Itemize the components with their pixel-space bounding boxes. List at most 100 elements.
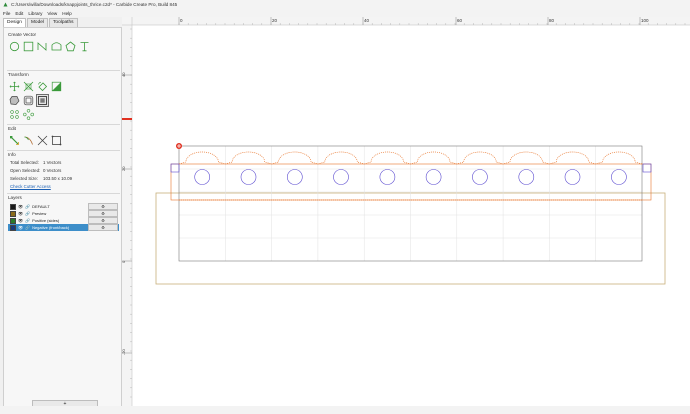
hole-circle[interactable] bbox=[425, 169, 442, 185]
info-label: Total Selected: bbox=[10, 160, 39, 165]
transform-tools-row-3 bbox=[9, 109, 37, 120]
layer-name: Negative (front/back) bbox=[32, 225, 70, 230]
visibility-icon[interactable]: 👁 bbox=[18, 218, 23, 223]
layer-row-positive[interactable]: 👁 🔗 Positive (sides) ⚙ bbox=[8, 217, 119, 224]
tab-design[interactable]: Design bbox=[3, 18, 26, 27]
design-panel: Create Vector Transform Edit Info Total … bbox=[3, 27, 122, 408]
visibility-icon[interactable]: 👁 bbox=[18, 211, 23, 216]
cursor-marker bbox=[122, 118, 132, 120]
layer-row-preview[interactable]: 👁 🔗 Preview ⚙ bbox=[8, 210, 119, 217]
check-cutter-access-link[interactable]: Check Cutter Access bbox=[10, 184, 51, 189]
edit-tools bbox=[9, 135, 65, 146]
circle-icon[interactable] bbox=[9, 41, 20, 52]
ruler-label: 40 bbox=[364, 18, 370, 23]
info-value: 0 Vectors bbox=[43, 168, 62, 173]
ruler-label: -20 bbox=[122, 348, 126, 355]
hole-circle[interactable] bbox=[564, 169, 581, 185]
info-value: 1 Vectors bbox=[43, 160, 62, 165]
menu-bar: File Edit Library View Help bbox=[0, 9, 690, 17]
hole-circle[interactable] bbox=[287, 169, 303, 185]
layer-settings-button[interactable]: ⚙ bbox=[88, 210, 118, 217]
lock-icon[interactable]: 🔗 bbox=[25, 218, 30, 223]
design-canvas[interactable]: 02040608010040200-20 bbox=[121, 17, 690, 406]
ruler-label: 80 bbox=[549, 18, 555, 23]
layer-settings-button[interactable]: ⚙ bbox=[88, 217, 118, 224]
transform-tools-row-2 bbox=[9, 94, 51, 107]
layer-list: 👁 🔗 DEFAULT ⚙ 👁 🔗 Preview ⚙ 👁 🔗 Positive… bbox=[8, 203, 119, 231]
info-selected-size: Selected Size: 103.50 x 10.09 bbox=[10, 176, 72, 181]
divider bbox=[7, 124, 120, 125]
top-ruler bbox=[122, 17, 690, 25]
move-icon[interactable] bbox=[9, 81, 20, 92]
divider bbox=[7, 70, 120, 71]
section-layers: Layers bbox=[8, 195, 22, 200]
layer-row-negative[interactable]: 👁 🔗 Negative (front/back) ⚙ bbox=[8, 224, 119, 231]
visibility-icon[interactable]: 👁 bbox=[18, 225, 23, 230]
layer-name: Preview bbox=[32, 211, 47, 216]
menu-help[interactable]: Help bbox=[62, 11, 71, 16]
grid bbox=[179, 146, 642, 261]
join-icon[interactable] bbox=[51, 135, 62, 146]
transform-tools-row-1 bbox=[9, 81, 65, 92]
visibility-icon[interactable]: 👁 bbox=[18, 204, 23, 209]
ruler-label: 100 bbox=[641, 18, 649, 23]
lock-icon[interactable]: 🔗 bbox=[25, 211, 30, 216]
scale-icon[interactable] bbox=[23, 81, 34, 92]
info-label: Selected Size: bbox=[10, 176, 39, 181]
star-icon[interactable] bbox=[65, 41, 76, 52]
tab-model[interactable]: Model bbox=[26, 18, 49, 27]
window-title: C:/Users/willa/Downloads/knappjoints_thr… bbox=[11, 2, 178, 7]
offset-icon[interactable] bbox=[23, 95, 34, 106]
cut-icon[interactable] bbox=[37, 135, 48, 146]
layer-color-swatch[interactable] bbox=[10, 210, 16, 217]
info-total-selected: Total Selected: 1 Vectors bbox=[10, 160, 61, 165]
lock-icon[interactable]: 🔗 bbox=[25, 225, 30, 230]
layer-color-swatch[interactable] bbox=[10, 217, 16, 224]
trim-icon[interactable] bbox=[23, 135, 34, 146]
hole-circle[interactable] bbox=[333, 169, 349, 185]
rectangle-icon[interactable] bbox=[23, 41, 34, 52]
layer-settings-button[interactable]: ⚙ bbox=[88, 203, 118, 210]
boolean-icon[interactable] bbox=[36, 94, 49, 107]
node-edit-icon[interactable] bbox=[9, 135, 20, 146]
canvas-svg[interactable]: 02040608010040200-20 bbox=[121, 17, 690, 406]
ruler-label: 20 bbox=[122, 166, 126, 171]
rotate-icon[interactable] bbox=[37, 81, 48, 92]
menu-library[interactable]: Library bbox=[28, 11, 42, 16]
lock-icon[interactable]: 🔗 bbox=[25, 204, 30, 209]
create-vector-tools bbox=[9, 41, 93, 52]
mirror-icon[interactable] bbox=[51, 81, 62, 92]
circular-array-icon[interactable] bbox=[23, 109, 34, 120]
tab-toolpaths[interactable]: Toolpaths bbox=[49, 18, 78, 27]
status-bar bbox=[0, 406, 690, 414]
app-icon bbox=[3, 2, 8, 7]
dots-array-icon[interactable] bbox=[9, 109, 20, 120]
section-info: Info bbox=[8, 152, 16, 157]
hole-circle[interactable] bbox=[194, 169, 210, 185]
menu-file[interactable]: File bbox=[3, 11, 10, 16]
hole-circle[interactable] bbox=[240, 169, 257, 185]
polygon-icon[interactable] bbox=[51, 41, 62, 52]
hole-circle[interactable] bbox=[472, 169, 488, 185]
layer-color-swatch[interactable] bbox=[10, 224, 16, 231]
hole-circle[interactable] bbox=[611, 169, 627, 185]
layer-name: Positive (sides) bbox=[32, 218, 60, 223]
info-open-selected: Open Selected: 0 Vectors bbox=[10, 168, 61, 173]
divider bbox=[7, 150, 120, 151]
end-tab-left bbox=[170, 163, 180, 173]
ruler-label: 20 bbox=[272, 18, 278, 23]
hole-circle[interactable] bbox=[518, 169, 535, 185]
menu-view[interactable]: View bbox=[47, 11, 57, 16]
menu-edit[interactable]: Edit bbox=[15, 11, 23, 16]
section-edit: Edit bbox=[8, 126, 16, 131]
layer-row-default[interactable]: 👁 🔗 DEFAULT ⚙ bbox=[8, 203, 119, 210]
tab-strip: Design Model Toolpaths bbox=[3, 18, 79, 27]
text-icon[interactable] bbox=[79, 41, 90, 52]
hole-circle[interactable] bbox=[379, 169, 396, 185]
section-create-vector: Create Vector bbox=[8, 32, 37, 37]
curve-icon[interactable] bbox=[37, 41, 48, 52]
title-bar: C:/Users/willa/Downloads/knappjoints_thr… bbox=[0, 0, 690, 9]
layer-settings-button[interactable]: ⚙ bbox=[88, 224, 118, 231]
smooth-icon[interactable] bbox=[9, 95, 20, 106]
layer-color-swatch[interactable] bbox=[10, 203, 16, 210]
